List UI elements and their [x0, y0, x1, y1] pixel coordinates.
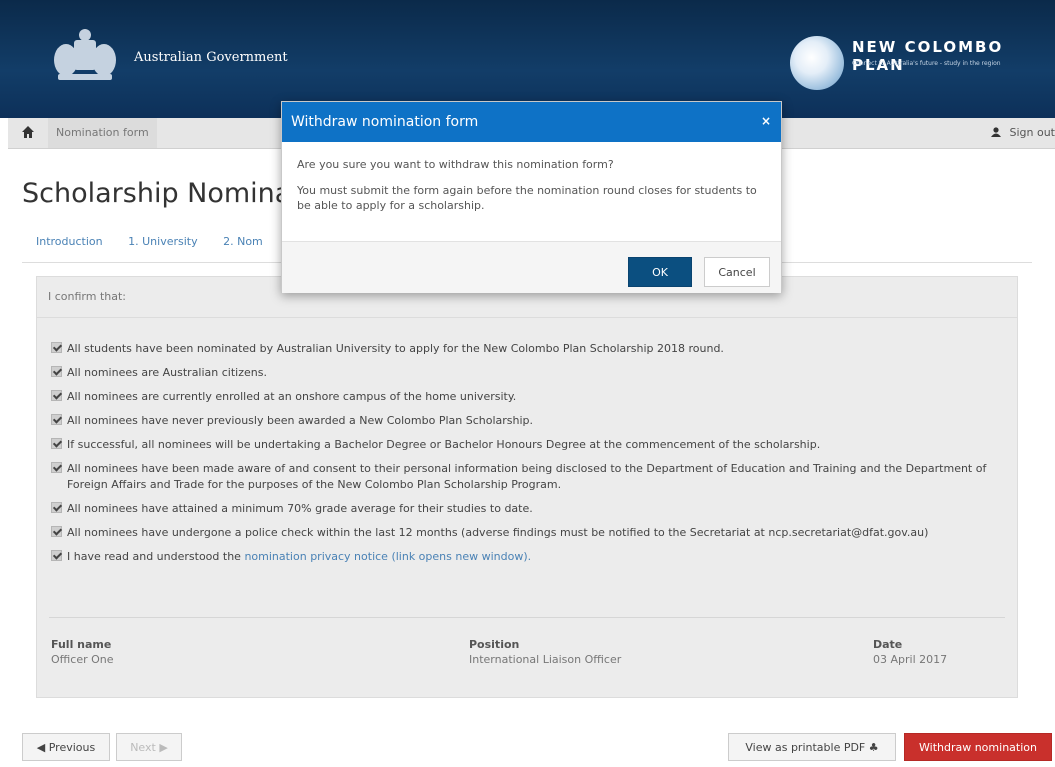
cancel-button[interactable]: Cancel — [704, 257, 770, 287]
modal-message: You must submit the form again before th… — [297, 184, 757, 212]
withdraw-modal: Withdraw nomination form × Are you sure … — [281, 101, 782, 293]
modal-title: Withdraw nomination form — [291, 114, 479, 130]
app-frame: Australian Government NEW COLOMBO PLAN C… — [0, 0, 1055, 767]
modal-footer: OK Cancel — [282, 241, 781, 293]
modal-header: Withdraw nomination form × — [282, 102, 781, 142]
close-icon[interactable]: × — [761, 114, 771, 128]
modal-question: Are you sure you want to withdraw this n… — [297, 158, 614, 171]
ok-button[interactable]: OK — [628, 257, 692, 287]
modal-body: Are you sure you want to withdraw this n… — [297, 157, 757, 224]
